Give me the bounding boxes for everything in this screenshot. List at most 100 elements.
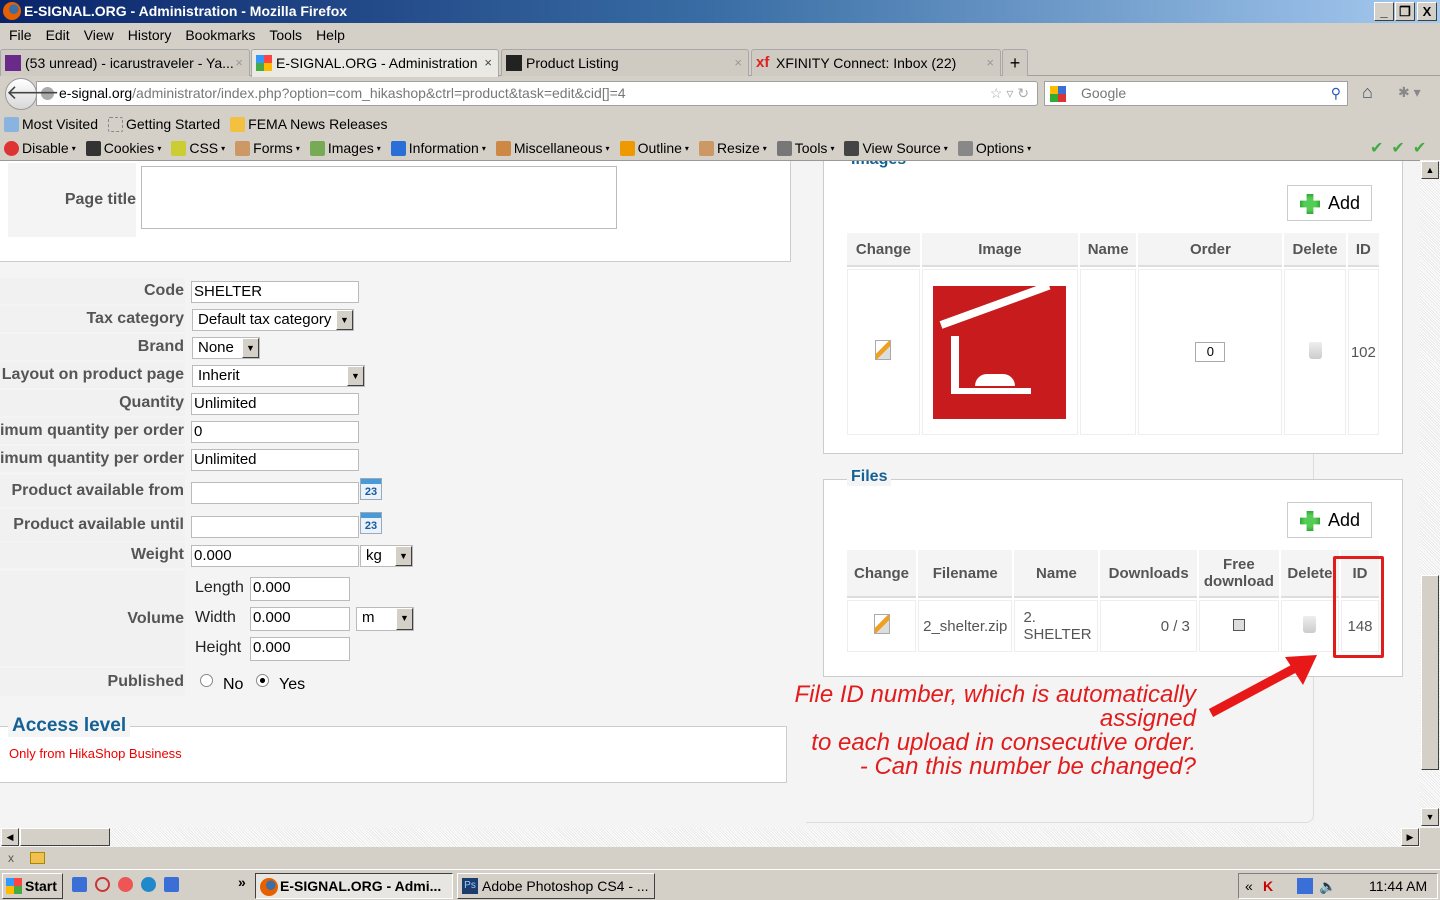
brand-select[interactable]: None ▼ bbox=[192, 337, 260, 359]
calendar-icon[interactable]: 23 bbox=[360, 478, 382, 500]
restore-button[interactable]: ❐ bbox=[1395, 2, 1415, 21]
height-input[interactable]: 0.000 bbox=[250, 637, 350, 661]
minimize-button[interactable]: _ bbox=[1374, 2, 1394, 21]
published-no-radio[interactable] bbox=[200, 674, 213, 687]
webdev-menu-options[interactable]: Options ▾ bbox=[957, 137, 1031, 159]
webdev-menu-css[interactable]: CSS ▾ bbox=[171, 137, 225, 159]
taskbar: Start » E-SIGNAL.ORG - Admi... Ps Adobe P… bbox=[0, 869, 1440, 900]
menu-history[interactable]: History bbox=[121, 24, 179, 46]
webdev-menu-resize[interactable]: Resize ▾ bbox=[698, 137, 767, 159]
webdev-menu-disable[interactable]: Disable ▾ bbox=[4, 137, 76, 159]
app-icon[interactable] bbox=[164, 877, 179, 892]
width-input[interactable]: 0.000 bbox=[250, 607, 350, 631]
forms-icon bbox=[235, 140, 251, 156]
webdev-menu-miscellaneous[interactable]: Miscellaneous ▾ bbox=[495, 137, 610, 159]
network-icon[interactable] bbox=[1297, 878, 1313, 894]
page-title-textarea[interactable] bbox=[141, 166, 617, 229]
weight-unit-select[interactable]: kg ▼ bbox=[360, 545, 413, 567]
edit-icon[interactable] bbox=[873, 614, 890, 634]
app-icon[interactable] bbox=[118, 877, 133, 892]
bookmark-most-visited[interactable]: Most Visited bbox=[4, 113, 98, 135]
menu-view[interactable]: View bbox=[77, 24, 121, 46]
available-from-input[interactable] bbox=[191, 482, 359, 504]
start-button[interactable]: Start bbox=[2, 873, 63, 899]
firebug-icon[interactable]: ✱ ▾ bbox=[1398, 84, 1421, 101]
order-input[interactable]: 0 bbox=[1195, 342, 1226, 362]
column-header: Change bbox=[847, 550, 917, 598]
calendar-icon[interactable]: 23 bbox=[360, 512, 382, 534]
scroll-left-button[interactable]: ◀ bbox=[1, 828, 19, 846]
search-icon[interactable]: ⚲ bbox=[1331, 82, 1341, 105]
shelter-image-thumbnail[interactable] bbox=[933, 281, 1067, 419]
tab-yahoo-mail[interactable]: (53 unread) - icarustraveler - Ya... × bbox=[0, 49, 250, 76]
max-quantity-input[interactable]: Unlimited bbox=[191, 449, 359, 471]
webdev-menu-cookies[interactable]: Cookies ▾ bbox=[85, 137, 161, 159]
webdev-menu-outline[interactable]: Outline ▾ bbox=[619, 137, 689, 159]
column-header: Change bbox=[847, 233, 920, 267]
layout-select[interactable]: Inherit ▼ bbox=[192, 365, 365, 387]
menu-file[interactable]: File bbox=[2, 24, 39, 46]
menu-tools[interactable]: Tools bbox=[262, 24, 309, 46]
antivirus-icon[interactable]: K bbox=[1263, 874, 1273, 898]
tray-chevron[interactable]: « bbox=[1245, 874, 1253, 898]
desktop-icon[interactable] bbox=[72, 877, 87, 892]
add-image-button[interactable]: Add bbox=[1287, 185, 1372, 221]
webdev-menu-information[interactable]: Information ▾ bbox=[390, 137, 486, 159]
volume-unit-select[interactable]: m ▼ bbox=[356, 607, 414, 631]
home-icon[interactable]: ⌂ bbox=[1362, 82, 1373, 103]
new-tab-button[interactable]: + bbox=[1002, 49, 1028, 76]
min-quantity-input[interactable]: 0 bbox=[191, 421, 359, 443]
horizontal-scrollbar[interactable]: ◀ ▶ bbox=[0, 828, 1420, 847]
bookmark-getting-started[interactable]: Getting Started bbox=[108, 113, 220, 135]
webdev-menu-images[interactable]: Images ▾ bbox=[309, 137, 381, 159]
tab-xfinity[interactable]: xf XFINITY Connect: Inbox (22) × bbox=[751, 49, 1001, 76]
scroll-right-button[interactable]: ▶ bbox=[1401, 828, 1419, 846]
scroll-down-button[interactable]: ▼ bbox=[1421, 808, 1439, 826]
tax-category-select[interactable]: Default tax category ▼ bbox=[192, 309, 354, 331]
menu-help[interactable]: Help bbox=[309, 24, 352, 46]
quick-launch-chevron[interactable]: » bbox=[238, 874, 246, 890]
menu-bar: File Edit View History Bookmarks Tools H… bbox=[0, 24, 1440, 46]
bookmark-star-icon[interactable]: ☆ ▿ ↻ bbox=[990, 82, 1029, 105]
weight-input[interactable]: 0.000 bbox=[191, 545, 359, 567]
delete-icon[interactable] bbox=[1308, 341, 1322, 359]
delete-icon[interactable] bbox=[1303, 615, 1317, 633]
addon-bar-close[interactable]: x bbox=[8, 851, 14, 865]
images-legend: Images bbox=[851, 161, 906, 169]
vertical-scrollbar[interactable]: ▲ ▼ bbox=[1420, 160, 1440, 828]
tab-close-icon[interactable]: × bbox=[986, 50, 994, 76]
quantity-input[interactable]: Unlimited bbox=[191, 393, 359, 415]
app-icon[interactable] bbox=[95, 877, 110, 892]
tab-close-icon[interactable]: × bbox=[235, 50, 243, 76]
code-input[interactable]: SHELTER bbox=[191, 281, 359, 303]
scrollbar-thumb[interactable] bbox=[1421, 575, 1439, 770]
scrollbar-thumb[interactable] bbox=[20, 828, 110, 846]
scroll-up-button[interactable]: ▲ bbox=[1421, 161, 1439, 179]
app-icon[interactable] bbox=[141, 877, 156, 892]
tab-close-icon[interactable]: × bbox=[734, 50, 742, 76]
close-window-button[interactable]: X bbox=[1417, 2, 1437, 21]
tab-product-listing[interactable]: Product Listing × bbox=[501, 49, 749, 76]
webdev-menu-view-source[interactable]: View Source ▾ bbox=[844, 137, 948, 159]
add-file-button[interactable]: Add bbox=[1287, 502, 1372, 538]
tab-close-icon[interactable]: × bbox=[484, 50, 492, 76]
free-download-checkbox[interactable] bbox=[1232, 618, 1245, 631]
published-yes-radio[interactable] bbox=[256, 674, 269, 687]
length-input[interactable]: 0.000 bbox=[250, 577, 350, 601]
task-photoshop[interactable]: Ps Adobe Photoshop CS4 - ... bbox=[457, 873, 655, 899]
webdev-menu-tools[interactable]: Tools ▾ bbox=[776, 137, 834, 159]
tab-administration[interactable]: E-SIGNAL.ORG - Administration × bbox=[251, 49, 499, 77]
search-input[interactable]: Google ⚲ bbox=[1044, 81, 1348, 106]
webdev-menu-forms[interactable]: Forms ▾ bbox=[235, 137, 300, 159]
available-until-input[interactable] bbox=[191, 516, 359, 538]
task-firefox[interactable]: E-SIGNAL.ORG - Admi... bbox=[255, 873, 453, 899]
status-icon[interactable] bbox=[30, 852, 45, 864]
back-button[interactable]: 🡐 bbox=[5, 78, 60, 110]
url-bar[interactable]: e-signal.org/administrator/index.php?opt… bbox=[36, 81, 1038, 106]
bookmark-fema[interactable]: FEMA News Releases bbox=[230, 113, 387, 135]
volume-icon[interactable]: 🔈 bbox=[1319, 874, 1336, 898]
edit-icon[interactable] bbox=[875, 340, 892, 360]
menu-edit[interactable]: Edit bbox=[39, 24, 77, 46]
dropdown-arrow-icon: ▾ bbox=[684, 143, 689, 153]
menu-bookmarks[interactable]: Bookmarks bbox=[178, 24, 262, 46]
